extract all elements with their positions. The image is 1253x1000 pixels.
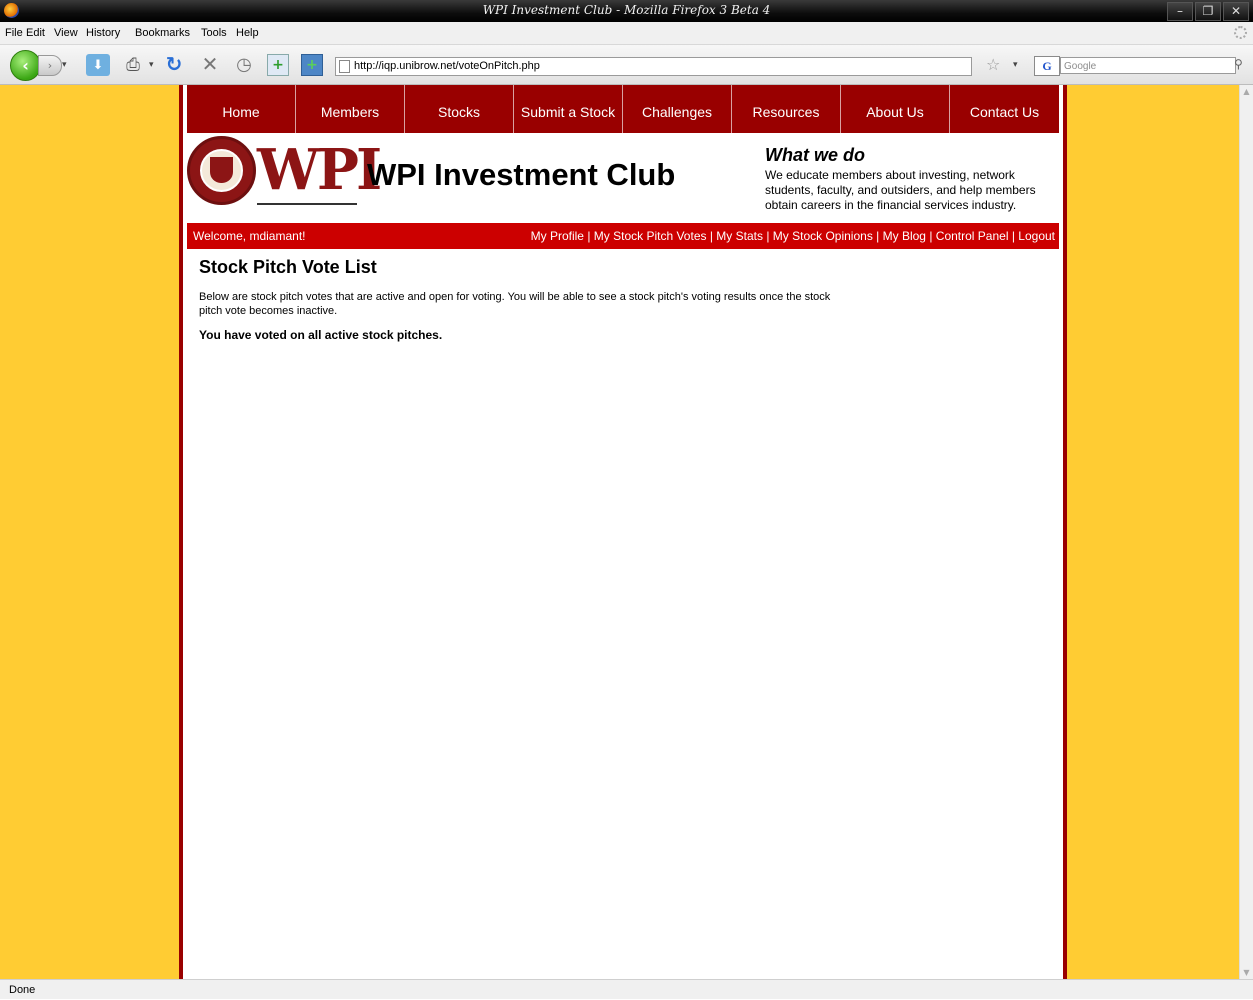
nav-home[interactable]: Home — [187, 85, 296, 133]
download-icon[interactable]: ⬇ — [86, 54, 110, 76]
vote-status-notice: You have voted on all active stock pitch… — [199, 328, 443, 342]
activity-throbber-icon — [1234, 26, 1247, 39]
search-input[interactable]: Google — [1060, 57, 1236, 74]
menu-history[interactable]: History — [86, 27, 120, 39]
link-my-blog[interactable]: My Blog — [883, 229, 926, 243]
close-button[interactable]: ✕ — [1223, 2, 1249, 21]
print-icon[interactable]: ⎙ — [121, 54, 145, 76]
window-controls: – ❐ ✕ — [1167, 2, 1249, 21]
separator: | — [1008, 229, 1019, 243]
scroll-up-icon[interactable]: ▲ — [1240, 87, 1253, 96]
site-container: Home Members Stocks Submit a Stock Chall… — [179, 85, 1067, 979]
back-arrow-icon[interactable]: ‹ — [10, 50, 41, 81]
nav-submit-stock[interactable]: Submit a Stock — [514, 85, 623, 133]
what-we-do-text: We educate members about investing, netw… — [765, 168, 1036, 212]
site-header: WPI WPI Investment Club What we do We ed… — [187, 133, 1059, 223]
link-my-stats[interactable]: My Stats — [716, 229, 763, 243]
nav-stocks[interactable]: Stocks — [405, 85, 514, 133]
site-title: WPI Investment Club — [367, 157, 676, 192]
nav-about-us[interactable]: About Us — [841, 85, 950, 133]
url-field[interactable]: http://iqp.unibrow.net/voteOnPitch.php — [335, 57, 972, 76]
window-titlebar: WPI Investment Club - Mozilla Firefox 3 … — [0, 0, 1253, 22]
status-bar: Done — [0, 979, 1253, 999]
window-title: WPI Investment Club - Mozilla Firefox 3 … — [482, 3, 771, 17]
welcome-message: Welcome, mdiamant! — [193, 229, 306, 243]
nav-members[interactable]: Members — [296, 85, 405, 133]
nav-resources[interactable]: Resources — [732, 85, 841, 133]
history-dropdown-icon[interactable]: ▾ — [62, 60, 67, 70]
menu-bookmarks[interactable]: Bookmarks — [135, 27, 190, 39]
separator: | — [762, 229, 773, 243]
page-title: Stock Pitch Vote List — [199, 257, 377, 277]
link-control-panel[interactable]: Control Panel — [936, 229, 1009, 243]
link-my-stock-pitch-votes[interactable]: My Stock Pitch Votes — [594, 229, 707, 243]
site-nav: Home Members Stocks Submit a Stock Chall… — [187, 85, 1059, 133]
history-icon[interactable]: ◷ — [233, 52, 255, 76]
seal-shield — [210, 157, 233, 183]
restore-button[interactable]: ❐ — [1195, 2, 1221, 21]
new-window-icon[interactable]: + — [301, 54, 323, 76]
new-tab-icon[interactable]: + — [267, 54, 289, 76]
separator: | — [583, 229, 594, 243]
menu-file[interactable]: File — [5, 27, 23, 39]
navigation-toolbar: ‹ › ▾ ⬇ ⎙ ▾ ↻ ✕ ◷ + + http://iqp.unibrow… — [0, 45, 1253, 85]
bookmark-star-icon[interactable]: ☆ — [986, 55, 1000, 74]
wpi-seal-logo[interactable] — [187, 136, 256, 205]
link-my-profile[interactable]: My Profile — [531, 229, 584, 243]
reload-icon[interactable]: ↻ — [163, 52, 185, 76]
menu-help[interactable]: Help — [236, 27, 259, 39]
search-engine-selector[interactable]: G — [1034, 56, 1060, 76]
status-text: Done — [9, 984, 36, 996]
nav-challenges[interactable]: Challenges — [623, 85, 732, 133]
wpi-wordmark[interactable]: WPI — [257, 135, 382, 205]
url-text: http://iqp.unibrow.net/voteOnPitch.php — [354, 60, 540, 72]
separator: | — [872, 229, 883, 243]
menu-bar: File Edit View History Bookmarks Tools H… — [0, 22, 1253, 45]
user-bar: Welcome, mdiamant! My Profile | My Stock… — [187, 223, 1059, 249]
minimize-button[interactable]: – — [1167, 2, 1193, 21]
user-links: My Profile | My Stock Pitch Votes | My S… — [531, 223, 1055, 249]
vertical-scrollbar[interactable]: ▲ ▼ — [1239, 85, 1253, 979]
search-icon[interactable]: ⚲ — [1234, 57, 1243, 71]
menu-tools[interactable]: Tools — [201, 27, 227, 39]
forward-arrow-icon[interactable]: › — [38, 55, 62, 76]
separator: | — [706, 229, 717, 243]
print-dropdown-icon[interactable]: ▾ — [149, 60, 154, 70]
page-description: Below are stock pitch votes that are act… — [199, 291, 831, 317]
separator: | — [925, 229, 936, 243]
main-content: Stock Pitch Vote List Below are stock pi… — [199, 249, 839, 342]
stop-icon[interactable]: ✕ — [199, 52, 221, 76]
scroll-down-icon[interactable]: ▼ — [1240, 968, 1253, 977]
what-we-do-heading: What we do — [765, 145, 865, 165]
page-icon — [339, 60, 350, 73]
menu-edit[interactable]: Edit — [26, 27, 45, 39]
link-logout[interactable]: Logout — [1018, 229, 1055, 243]
link-my-stock-opinions[interactable]: My Stock Opinions — [773, 229, 873, 243]
nav-contact-us[interactable]: Contact Us — [950, 85, 1059, 133]
logo-underline — [257, 203, 357, 205]
url-dropdown-icon[interactable]: ▾ — [1013, 60, 1018, 70]
menu-view[interactable]: View — [54, 27, 78, 39]
page-viewport: Home Members Stocks Submit a Stock Chall… — [0, 85, 1239, 979]
